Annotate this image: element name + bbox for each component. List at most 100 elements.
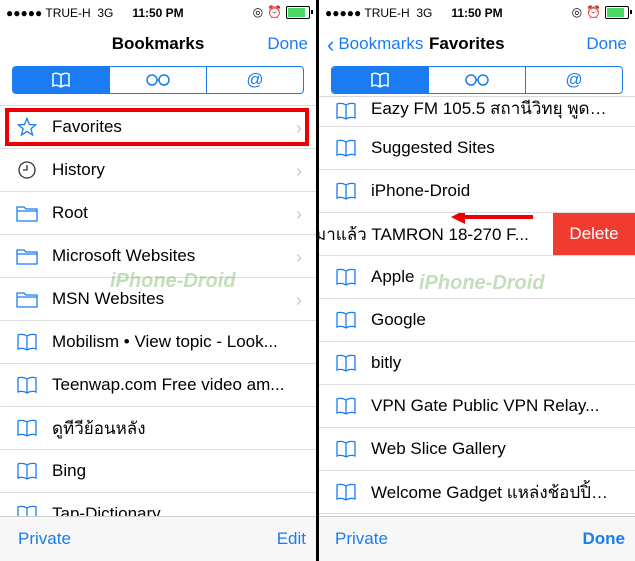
swipe-arrow-icon	[451, 213, 533, 224]
bookmark-row[interactable]: Favorites ›	[0, 106, 316, 149]
bookmark-label: bitly	[371, 353, 402, 372]
book-icon	[16, 460, 38, 482]
rotation-lock-icon: ◎	[252, 5, 264, 19]
alarm-icon: ⏰	[586, 5, 601, 19]
bookmark-label: Teenwap.com Free video am...	[52, 375, 285, 394]
favorite-row[interactable]: iPhone-Droid	[319, 170, 635, 213]
clock-icon	[16, 159, 38, 181]
favorites-screen: ●●●●● TRUE-H 3G 11:50 PM ◎ ⏰ ‹ Bookmarks…	[319, 0, 635, 561]
chevron-right-icon: ›	[296, 204, 302, 224]
segmented-control: @	[331, 66, 623, 94]
bookmark-label: Favorites	[52, 117, 122, 136]
favorite-row[interactable]: VPN Gate Public VPN Relay...	[319, 385, 635, 428]
edit-button[interactable]: Edit	[277, 529, 306, 549]
favorite-row[interactable]: Welcome Gadget แหล่งช้อปปิ้ง...	[319, 471, 635, 514]
book-icon	[371, 72, 389, 88]
nav-bar: ‹ Bookmarks Favorites Done	[319, 26, 635, 62]
bookmark-row[interactable]: Teenwap.com Free video am...	[0, 364, 316, 407]
shared-links-tab[interactable]: @	[525, 67, 622, 93]
bookmark-row[interactable]: Bing	[0, 450, 316, 493]
folder-icon	[16, 288, 38, 310]
bookmark-row[interactable]: Mobilism • View topic - Look...	[0, 321, 316, 364]
book-icon	[52, 72, 70, 88]
bookmark-label: Suggested Sites	[371, 138, 495, 157]
bookmark-label: Eazy FM 105.5 สถานีวิทยุ พูดเพ...	[371, 99, 621, 118]
book-icon	[16, 331, 38, 353]
bookmark-row[interactable]: ดูทีวีย้อนหลัง	[0, 407, 316, 450]
bookmark-label: Root	[52, 203, 88, 222]
book-icon	[16, 374, 38, 396]
private-button[interactable]: Private	[335, 529, 388, 549]
reading-list-tab[interactable]	[428, 67, 525, 93]
favorite-row[interactable]: bitly	[319, 342, 635, 385]
star-icon	[16, 116, 38, 138]
bookmark-label: History	[52, 160, 105, 179]
status-bar: ●●●●● TRUE-H 3G 11:50 PM ◎ ⏰	[319, 0, 635, 26]
book-icon	[335, 481, 357, 503]
bookmark-row[interactable]: MSN Websites ›	[0, 278, 316, 321]
bookmark-label: Microsoft Websites	[52, 246, 196, 265]
folder-icon	[16, 245, 38, 267]
bookmark-list: Favorites › History › Root › Microsoft Website…	[0, 105, 316, 517]
private-button[interactable]: Private	[18, 529, 71, 549]
chevron-right-icon: ›	[296, 118, 302, 138]
page-title: Favorites	[429, 34, 505, 53]
bookmark-label: MSN Websites	[52, 289, 165, 308]
book-icon	[335, 309, 357, 331]
battery-icon	[286, 5, 313, 19]
rotation-lock-icon: ◎	[571, 5, 583, 19]
favorite-row[interactable]: Apple	[319, 256, 635, 299]
bottom-toolbar: Private Done	[319, 516, 635, 561]
alarm-icon: ⏰	[267, 5, 282, 19]
book-icon	[335, 438, 357, 460]
bookmark-label: Google	[371, 310, 426, 329]
bookmark-label: Apple	[371, 267, 415, 286]
favorite-row[interactable]: Eazy FM 105.5 สถานีวิทยุ พูดเพ...	[319, 97, 635, 127]
book-icon	[16, 503, 38, 517]
at-icon: @	[246, 70, 264, 89]
glasses-icon	[465, 74, 489, 86]
bookmark-row[interactable]: Microsoft Websites ›	[0, 235, 316, 278]
bookmark-label: iPhone-Droid	[371, 181, 471, 200]
done-button[interactable]: Done	[267, 34, 308, 54]
book-icon	[335, 352, 357, 374]
book-icon	[335, 137, 357, 159]
chevron-left-icon: ‹	[327, 31, 335, 57]
done-button[interactable]: Done	[583, 529, 626, 549]
shared-links-tab[interactable]: @	[206, 67, 303, 93]
book-icon	[335, 395, 357, 417]
battery-icon	[605, 5, 632, 19]
bookmarks-screen: ●●●●● TRUE-H 3G 11:50 PM ◎ ⏰ Bookmarks D…	[0, 0, 316, 561]
back-button[interactable]: ‹ Bookmarks	[327, 31, 423, 57]
favorite-row[interactable]: Google	[319, 299, 635, 342]
bookmarks-tab[interactable]	[13, 67, 109, 93]
favorite-row[interactable]: Suggested Sites	[319, 127, 635, 170]
folder-icon	[16, 202, 38, 224]
nav-bar: Bookmarks Done	[0, 26, 316, 62]
bookmark-row[interactable]: Root ›	[0, 192, 316, 235]
book-icon	[335, 266, 357, 288]
status-bar: ●●●●● TRUE-H 3G 11:50 PM ◎ ⏰	[0, 0, 316, 26]
book-icon	[16, 417, 38, 439]
favorites-list: Eazy FM 105.5 สถานีวิทยุ พูดเพ... Suggest…	[319, 96, 635, 517]
bookmarks-tab[interactable]	[332, 67, 428, 93]
done-button[interactable]: Done	[586, 34, 627, 54]
favorite-row[interactable]: มาแล้ว TAMRON 18-270 F... Delete	[319, 213, 635, 256]
bottom-toolbar: Private Edit	[0, 516, 316, 561]
favorite-row[interactable]: Web Slice Gallery	[319, 428, 635, 471]
bookmark-row[interactable]: Tap-Dictionary	[0, 493, 316, 517]
chevron-right-icon: ›	[296, 247, 302, 267]
at-icon: @	[565, 70, 583, 89]
bookmark-row[interactable]: History ›	[0, 149, 316, 192]
book-icon	[335, 180, 357, 202]
delete-button[interactable]: Delete	[553, 213, 635, 255]
segmented-control: @	[12, 66, 304, 94]
bookmark-label: VPN Gate Public VPN Relay...	[371, 396, 600, 415]
bookmark-label: Web Slice Gallery	[371, 439, 506, 458]
reading-list-tab[interactable]	[109, 67, 206, 93]
glasses-icon	[146, 74, 170, 86]
bookmark-label: Bing	[52, 461, 87, 480]
bookmark-label: Mobilism • View topic - Look...	[52, 332, 278, 351]
bookmark-label: Welcome Gadget แหล่งช้อปปิ้ง...	[371, 482, 614, 502]
chevron-right-icon: ›	[296, 161, 302, 181]
